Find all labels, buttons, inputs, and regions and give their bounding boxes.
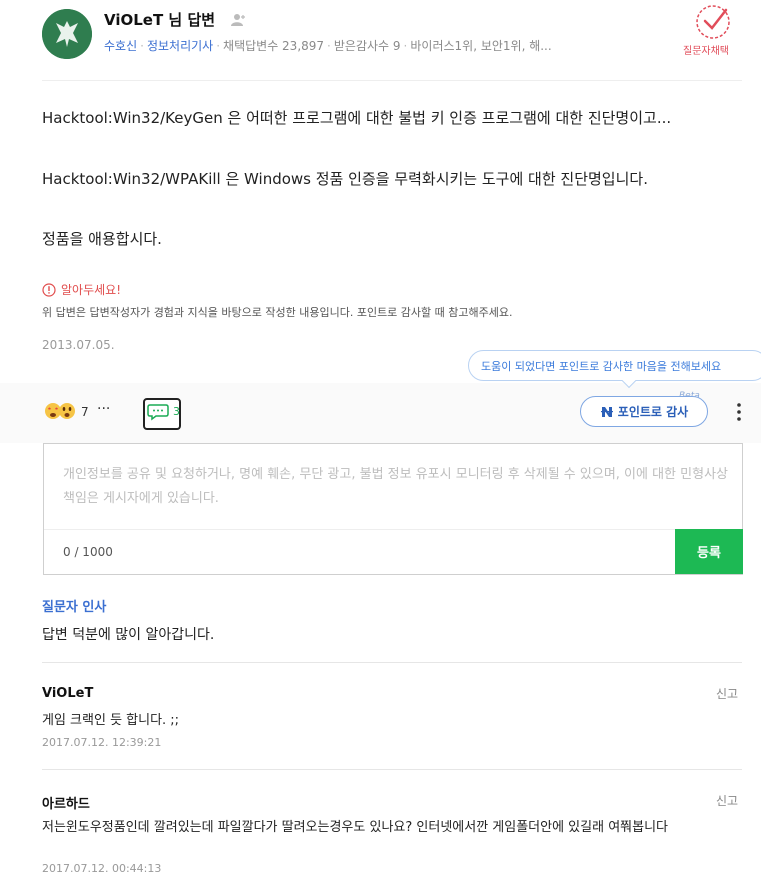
report-button[interactable]: 신고 bbox=[716, 685, 738, 702]
divider bbox=[42, 769, 742, 770]
reaction-more-button[interactable]: ··· bbox=[97, 401, 110, 417]
greeting-text: 답변 덕분에 많이 알아갑니다. bbox=[42, 627, 215, 643]
author-tag-1[interactable]: 정보처리기사 bbox=[147, 39, 213, 53]
divider bbox=[42, 80, 742, 81]
comment-date: 2017.07.12. 12:39:21 bbox=[42, 736, 162, 749]
author-thanks-count: 받은감사수 9 bbox=[333, 39, 401, 53]
comment-author[interactable]: ViOLeT bbox=[42, 686, 93, 701]
comment-date: 2017.07.12. 00:44:13 bbox=[42, 862, 162, 875]
adopt-label: 질문자채택 bbox=[683, 46, 729, 57]
comment-text: 게임 크랙인 듯 합니다. ;; bbox=[42, 713, 180, 728]
notice-title-text: 알아두세요! bbox=[61, 283, 122, 297]
author-name-text[interactable]: ViOLeT bbox=[104, 11, 163, 29]
comment-icon bbox=[147, 404, 169, 421]
author-tag-0[interactable]: 수호신 bbox=[104, 39, 137, 53]
divider bbox=[42, 662, 742, 663]
point-tooltip: 도움이 되었다면 포인트로 감사한 마음을 전해보세요 bbox=[468, 350, 761, 381]
comment-box-divider bbox=[44, 529, 675, 530]
comment-author[interactable]: 아르하드 bbox=[42, 793, 90, 812]
reaction-emoji-icon[interactable] bbox=[44, 402, 78, 420]
report-button[interactable]: 신고 bbox=[716, 792, 738, 809]
more-options-icon[interactable] bbox=[736, 402, 742, 422]
answer-date: 2013.07.05. bbox=[42, 338, 115, 352]
author-answer-count: 채택답변수 23,897 bbox=[223, 39, 325, 53]
notice-title: 알아두세요! bbox=[42, 281, 121, 298]
comment-text: 저는윈도우정품인데 깔려있는데 파일깔다가 딸려오는경우도 있나요? 인터넷에서… bbox=[42, 820, 668, 835]
author-avatar[interactable] bbox=[42, 9, 92, 59]
notice-description: 위 답변은 답변작성자가 경험과 지식을 바탕으로 작성한 내용입니다. 포인트… bbox=[42, 306, 513, 319]
answer-line-1: Hacktool:Win32/KeyGen 은 어떠한 프로그램에 대한 불법 … bbox=[42, 109, 672, 127]
char-counter: 0 / 1000 bbox=[63, 545, 113, 559]
comment-count: 3 bbox=[173, 405, 180, 418]
reaction-count: 7 bbox=[81, 405, 89, 419]
warning-icon bbox=[42, 282, 56, 297]
author-ranks: 바이러스1위, 보안1위, 해... bbox=[410, 39, 552, 53]
author-suffix: 님 답변 bbox=[163, 11, 216, 29]
follow-icon[interactable] bbox=[230, 12, 246, 28]
author-name[interactable]: ViOLeT 님 답변 bbox=[104, 9, 215, 30]
naver-point-icon bbox=[600, 406, 613, 417]
answer-line-3: 정품을 애용합시다. bbox=[42, 230, 162, 248]
submit-button[interactable]: 등록 bbox=[675, 529, 743, 574]
adopt-check-icon bbox=[693, 4, 733, 44]
answer-line-2: Hacktool:Win32/WPAKill 은 Windows 정품 인증을 … bbox=[42, 170, 648, 188]
greeting-title: 질문자 인사 bbox=[42, 600, 107, 615]
point-thanks-button[interactable]: 포인트로 감사 bbox=[580, 396, 708, 427]
comment-input[interactable]: 개인정보를 공유 및 요청하거나, 명예 훼손, 무단 광고, 불법 정보 유포… bbox=[63, 463, 728, 511]
point-thanks-label: 포인트로 감사 bbox=[617, 405, 689, 419]
author-meta: 수호신 · 정보처리기사 · 채택답변수 23,897 · 받은감사수 9 · 바이러스1위, … bbox=[104, 39, 552, 53]
